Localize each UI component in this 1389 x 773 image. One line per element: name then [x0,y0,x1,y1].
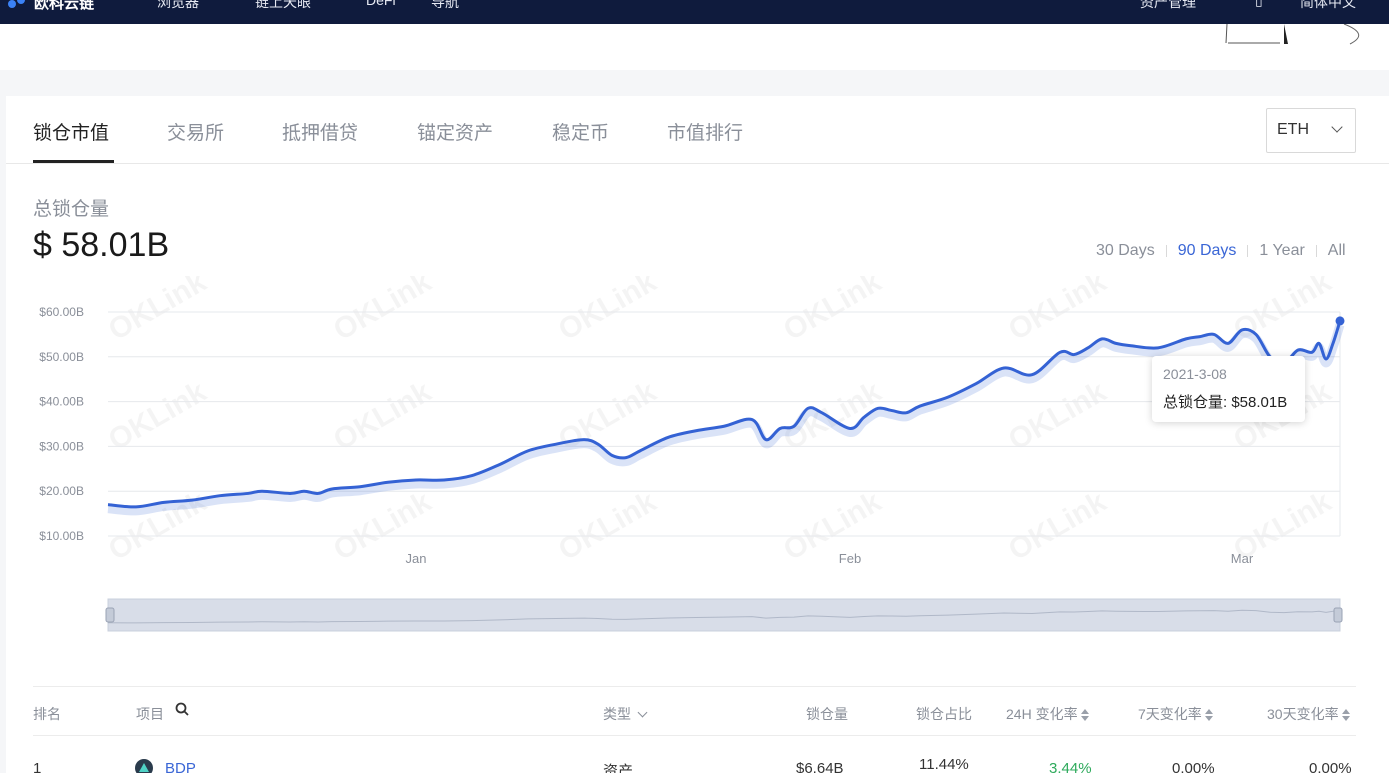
chevron-down-icon [1331,121,1343,133]
nav-guide[interactable]: 导航 [431,0,459,12]
col-change-7d-label: 7天变化率 [1138,706,1202,722]
watermark-text: OKLink [553,485,662,567]
range-all[interactable]: All [1328,242,1346,260]
watermark-text: OKLink [1003,375,1112,457]
logo-icon [8,0,28,10]
cell-share: 11.44% [919,756,969,773]
range-1-year[interactable]: 1 Year [1259,242,1304,260]
language-selector[interactable]: 简体中文 [1300,0,1356,12]
range-30-days[interactable]: 30 Days [1096,242,1155,260]
x-tick-label: Mar [1231,551,1254,566]
y-tick-label: $60.00B [39,305,84,319]
x-tick-label: Feb [839,551,861,566]
cell-project-link[interactable]: BDP [165,760,196,773]
col-change-30d-label: 30天变化率 [1267,706,1339,722]
time-range-selector: 30 Days 90 Days 1 Year All [1096,242,1346,260]
zoom-handle-right [1333,607,1343,623]
y-tick-label: $20.00B [39,484,84,498]
range-divider [1247,245,1249,257]
chevron-down-icon [637,707,648,718]
total-tvl-label: 总锁仓量 [33,199,110,220]
tab-lending[interactable]: 抵押借贷 [282,118,358,145]
currency-select[interactable]: ETH [1266,108,1356,153]
device-icon[interactable]: ▯ [1255,0,1263,9]
top-nav-bar: 欧科云链 浏览器 链上天眼 DeFi 导航 资产管理 ▯ 简体中文 [0,0,1389,24]
active-tab-indicator [33,160,114,163]
tvl-line-chart[interactable]: OKLink OKLink OKLink OKLink OKLink OKLink OKLi… [6,276,1389,636]
cell-change-30d: 0.00% [1309,760,1352,773]
tab-stablecoin[interactable]: 稳定币 [552,118,609,145]
nav-asset-management[interactable]: 资产管理 [1140,0,1196,12]
tvl-card: 锁仓市值 交易所 抵押借贷 锚定资产 稳定币 市值排行 ETH 总锁仓量 $ 5… [6,96,1389,773]
tab-pegged-assets[interactable]: 锚定资产 [417,118,493,145]
col-type[interactable]: 类型 [603,704,648,724]
table-row[interactable]: 1 BDP 资产 $6.64B 11.44% 3.44% 0.00% 0.00% [33,746,1356,773]
logo[interactable]: 欧科云链 [8,0,94,13]
tab-tvl[interactable]: 锁仓市值 [33,118,109,145]
range-divider [1165,245,1167,257]
zoom-handle-left [105,607,115,623]
col-tvl: 锁仓量 [806,706,848,722]
y-tick-label: $10.00B [39,529,84,543]
col-change-24h-label: 24H 变化率 [1006,706,1078,722]
col-project: 项目 [136,706,164,722]
currency-select-value: ETH [1277,121,1309,138]
category-tabs: 锁仓市值 交易所 抵押借贷 锚定资产 稳定币 市值排行 ETH [6,96,1389,164]
banner [0,24,1389,70]
watermark-text: OKLink [103,375,212,457]
cell-type: 资产 [603,763,634,773]
y-tick-label: $40.00B [39,395,84,409]
cell-change-7d: 0.00% [1172,760,1215,773]
col-change-24h[interactable]: 24H 变化率 [1006,704,1089,724]
cell-change-24h: 3.44% [1049,760,1092,773]
table-header: 排名 项目 类型 锁仓量 锁仓占比 24H 变化率 7天变化率 30天变化率 [33,686,1356,736]
watermark-text: OKLink [103,485,212,567]
banner-illustration [1225,24,1360,45]
zoom-slider-track [107,598,1341,632]
tooltip-date: 2021-3-08 [1163,366,1227,382]
watermark-text: OKLink [778,485,887,567]
col-rank: 排名 [33,706,61,722]
col-change-7d[interactable]: 7天变化率 [1138,704,1213,724]
range-90-days[interactable]: 90 Days [1178,242,1237,260]
y-tick-label: $30.00B [39,439,84,453]
nav-onchain-eye[interactable]: 链上天眼 [255,0,311,12]
tooltip-value: 总锁仓量: $58.01B [1163,394,1288,411]
sort-icon [1204,709,1213,722]
tab-market-cap-ranking[interactable]: 市值排行 [667,118,743,145]
logo-text: 欧科云链 [34,0,95,12]
col-change-30d[interactable]: 30天变化率 [1267,704,1350,724]
col-share: 锁仓占比 [916,706,972,722]
nav-defi[interactable]: DeFi [366,0,396,8]
cell-tvl: $6.64B [796,760,844,773]
nav-explorer[interactable]: 浏览器 [157,0,199,12]
cell-rank: 1 [33,760,42,773]
total-tvl-value: $ 58.01B [33,226,170,264]
x-tick-label: Jan [406,551,427,566]
y-tick-label: $50.00B [39,350,84,364]
bdp-token-icon [135,759,153,773]
range-divider [1315,245,1317,257]
sort-icon [1341,709,1350,722]
watermark-text: OKLink [1003,485,1112,567]
sort-icon [1080,709,1089,722]
search-icon[interactable] [175,702,189,719]
highlight-point [1335,316,1345,326]
chart-tooltip: 2021-3-08 总锁仓量: $58.01B [1152,356,1305,422]
tab-exchange[interactable]: 交易所 [167,118,224,145]
watermark-text: OKLink [328,375,437,457]
col-type-label: 类型 [603,706,631,722]
